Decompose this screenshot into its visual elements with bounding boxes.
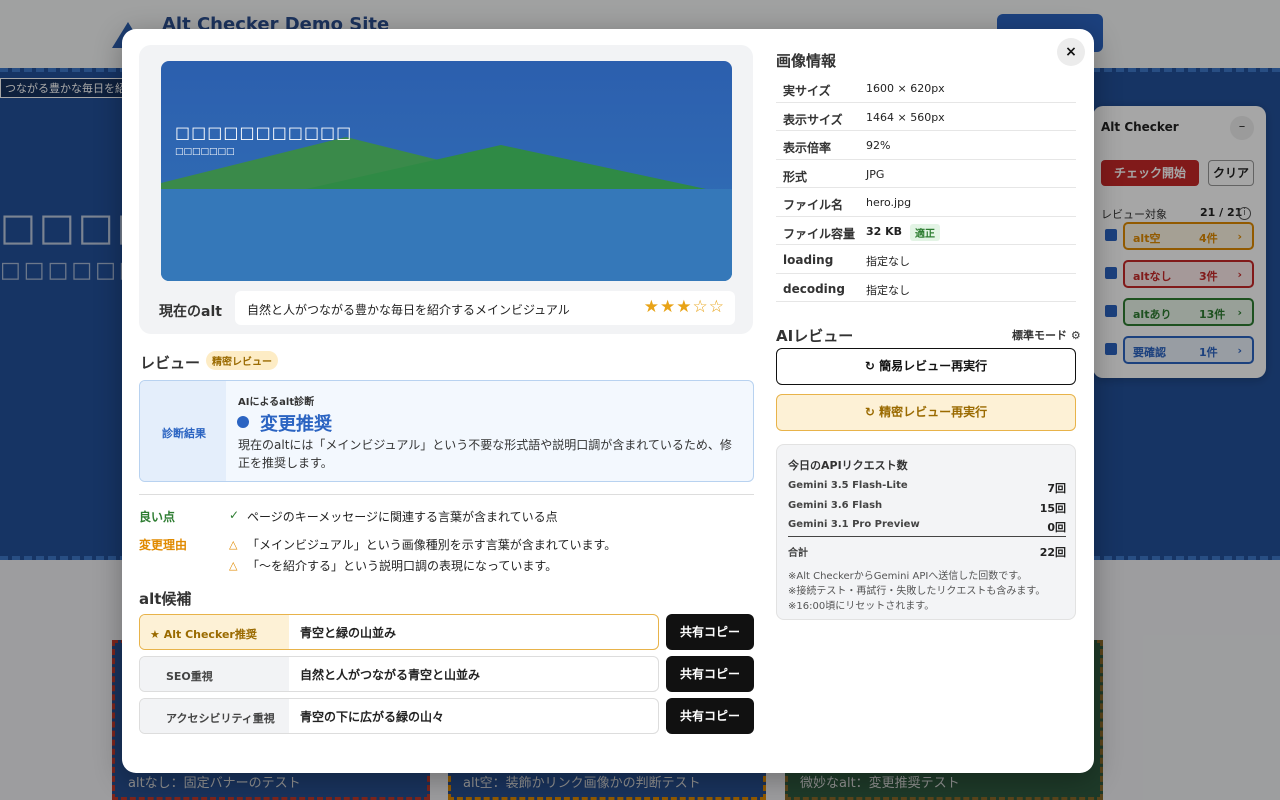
alt-candidate-row: アクセシビリティ重視 青空の下に広がる緑の山々 (139, 698, 659, 734)
info-row: 表示サイズ 1464 × 560px (776, 103, 1076, 131)
info-row: loading 指定なし (776, 245, 1076, 274)
info-row: ファイル容量 32 KB 適正 (776, 217, 1076, 245)
api-note: ※接続テスト・再試行・失敗したリクエストも含みます。 (788, 586, 1046, 597)
info-key: decoding (783, 281, 845, 296)
info-row: decoding 指定なし (776, 274, 1076, 302)
copy-button[interactable]: 共有コピー (666, 614, 754, 650)
current-alt-text: 自然と人がつながる豊かな毎日を紹介するメインビジュアル (247, 303, 570, 317)
ai-mode-selector[interactable]: 標準モード ⚙ (1012, 327, 1081, 343)
status-badge: 適正 (910, 223, 940, 241)
review-mode-badge: 精密レビュー (206, 351, 278, 370)
good-point-text: ページのキーメッセージに関連する言葉が含まれている点 (247, 510, 558, 524)
info-value: 指定なし (866, 255, 910, 268)
warning-icon: △ (229, 559, 238, 572)
diagnosis-description: 現在のaltには「メインビジュアル」という不要な形式語や説明口調が含まれているた… (238, 438, 732, 470)
api-row: Gemini 3.5 Flash-Lite 7回 (788, 480, 1066, 495)
api-row: Gemini 3.6 Flash 15回 (788, 500, 1066, 515)
api-request-heading: 今日のAPIリクエスト数 (788, 459, 908, 472)
api-divider (788, 536, 1066, 537)
info-row: 実サイズ 1600 × 620px (776, 74, 1076, 103)
diagnosis-panel: 診断結果 AIによるalt診断 変更推奨 現在のaltには「メインビジュアル」と… (139, 380, 754, 482)
change-reason-label: 変更理由 (139, 538, 188, 552)
copy-button[interactable]: 共有コピー (666, 698, 754, 734)
info-key: 表示サイズ (783, 112, 843, 127)
info-row: ファイル名 hero.jpg (776, 188, 1076, 217)
alt-candidate-value: 青空と緑の山並み (300, 626, 397, 640)
info-value: 32 KB (866, 224, 903, 238)
close-icon[interactable]: × (1057, 38, 1085, 66)
info-key: ファイル名 (783, 198, 844, 212)
info-value: 92% (866, 139, 891, 152)
alt-candidate-label-text: SEO重視 (166, 670, 213, 683)
rating-stars-icon: ★★★☆☆ (643, 297, 725, 317)
api-note: ※16:00頃にリセットされます。 (788, 601, 935, 612)
change-reason-text: 「メインビジュアル」という画像種別を示す言葉が含まれています。 (247, 538, 617, 552)
image-info-heading: 画像情報 (776, 52, 837, 70)
mountain-landscape-image (161, 137, 732, 281)
info-row: 表示倍率 92% (776, 131, 1076, 160)
hero-image-heading: □□□□□□□□□□□ (175, 123, 353, 142)
check-icon: ✓ (229, 508, 240, 522)
alt-candidate-value: 自然と人がつながる青空と山並み (300, 668, 481, 682)
diagnosis-label: 診断結果 (162, 427, 206, 440)
api-model-name: Gemini 3.1 Pro Preview (788, 519, 920, 530)
hero-image-subheading: □□□□□□□ (175, 147, 235, 157)
info-value: 1464 × 560px (866, 110, 945, 124)
api-total-label: 合計 (788, 548, 808, 559)
alt-candidate-label: ★ Alt Checker推奨 (140, 615, 289, 649)
info-key: 実サイズ (783, 84, 831, 98)
divider (139, 494, 754, 495)
alt-candidate-label-text: ★ Alt Checker推奨 (150, 628, 257, 641)
api-model-count: 7回 (1047, 482, 1066, 495)
api-row: Gemini 3.1 Pro Preview 0回 (788, 519, 1066, 534)
precise-review-rerun-button[interactable]: ↻ 精密レビュー再実行 (776, 394, 1076, 431)
api-model-name: Gemini 3.6 Flash (788, 500, 883, 511)
info-key: ファイル容量 (783, 226, 856, 241)
good-points-label: 良い点 (139, 510, 176, 524)
info-value: hero.jpg (866, 196, 912, 209)
info-key: 形式 (783, 169, 808, 184)
alt-candidate-label: SEO重視 (140, 657, 289, 691)
image-info-table: 実サイズ 1600 × 620px 表示サイズ 1464 × 560px 表示倍率 9… (776, 74, 1076, 302)
info-value: 1600 × 620px (866, 82, 945, 95)
api-model-name: Gemini 3.5 Flash-Lite (788, 480, 908, 491)
image-preview-panel: □□□□□□□□□□□ □□□□□□□ 現在のalt 自然と人がつながる豊かな毎… (139, 45, 753, 334)
alt-candidate-row: ★ Alt Checker推奨 青空と緑の山並み (139, 614, 659, 650)
hero-image-preview: □□□□□□□□□□□ □□□□□□□ (161, 61, 732, 281)
alt-candidate-value: 青空の下に広がる緑の山々 (300, 710, 445, 724)
api-note: ※Alt CheckerからGemini APIへ送信した回数です。 (788, 571, 1028, 582)
api-total-value: 22回 (1039, 546, 1066, 559)
api-request-panel: 今日のAPIリクエスト数 Gemini 3.5 Flash-Lite 7回 Gem… (776, 444, 1076, 620)
api-model-count: 15回 (1039, 502, 1066, 515)
simple-review-rerun-button[interactable]: ↻ 簡易レビュー再実行 (776, 348, 1076, 385)
api-total-row: 合計 22回 (788, 544, 1066, 559)
info-row: 形式 JPG (776, 160, 1076, 188)
alt-candidate-label-text: アクセシビリティ重視 (166, 712, 275, 725)
diagnosis-result: 変更推奨 (260, 414, 332, 435)
change-reason-text: 「〜を紹介する」という説明口調の表現になっています。 (247, 559, 558, 573)
info-value: JPG (866, 167, 885, 181)
diagnosis-label-cell: 診断結果 (140, 381, 226, 481)
info-key: 表示倍率 (783, 141, 832, 155)
warning-icon: △ (229, 538, 238, 551)
copy-button[interactable]: 共有コピー (666, 656, 754, 692)
current-alt-box: 自然と人がつながる豊かな毎日を紹介するメインビジュアル ★★★☆☆ (235, 291, 735, 325)
alt-candidate-row: SEO重視 自然と人がつながる青空と山並み (139, 656, 659, 692)
review-heading: レビュー (140, 354, 201, 372)
current-alt-label: 現在のalt (159, 304, 222, 320)
alt-candidates-heading: alt候補 (139, 590, 192, 608)
diagnosis-subtitle: AIによるalt診断 (238, 397, 315, 408)
image-review-modal: × □□□□□□□□□□□ □□□□□□□ 現在のalt 自然と人がつながる豊か… (122, 29, 1094, 773)
info-value: 指定なし (866, 283, 910, 297)
ai-review-heading: AIレビュー (776, 327, 854, 345)
api-model-count: 0回 (1047, 521, 1066, 534)
alt-candidate-label: アクセシビリティ重視 (140, 699, 289, 733)
status-dot-icon (237, 416, 249, 428)
info-key: loading (783, 253, 834, 267)
